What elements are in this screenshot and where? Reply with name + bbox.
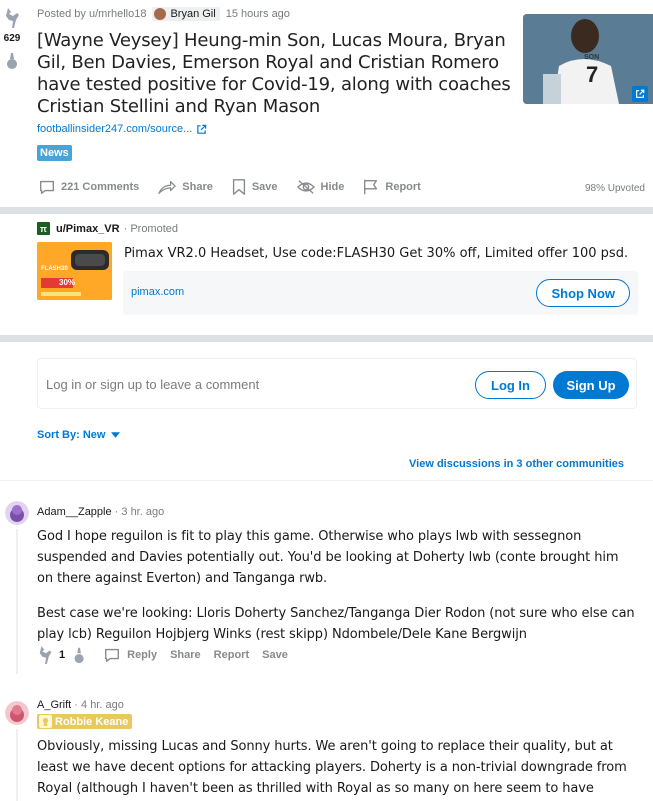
- promo-image[interactable]: FLASH30 30%: [37, 242, 112, 300]
- sort-label: Sort By: New: [37, 429, 106, 441]
- post-card: 629 Posted by u/mrhello18 Bryan Gil 15 h…: [0, 0, 653, 207]
- comment-icon: [40, 180, 54, 194]
- thumbnail-jersey-name: SON: [584, 54, 600, 61]
- view-other-discussions-link[interactable]: View discussions in 3 other communities: [409, 458, 624, 470]
- news-flair-tag[interactable]: News: [37, 145, 72, 161]
- reply-button[interactable]: Reply: [103, 646, 157, 664]
- comment-score: 1: [59, 649, 66, 661]
- comment-paragraph: God I hope reguilon is fit to play this …: [37, 529, 619, 586]
- user-flair-label: Bryan Gil: [170, 8, 216, 20]
- downvote-ball-icon[interactable]: [3, 51, 23, 71]
- promo-image-off: 30%: [59, 278, 76, 287]
- user-flair: Bryan Gil: [152, 7, 220, 21]
- bookmark-icon: [232, 179, 245, 195]
- post-link-text[interactable]: footballinsider247.com/source...: [37, 123, 192, 135]
- promoted-label: · Promoted: [123, 222, 179, 235]
- avatar[interactable]: [5, 701, 29, 725]
- signup-button[interactable]: Sign Up: [553, 371, 629, 399]
- comment-header: A_Grift · 4 hr. ago: [37, 699, 124, 711]
- thread-line[interactable]: [16, 729, 18, 801]
- comment-actions: 1 Reply Share Report Save: [37, 644, 301, 666]
- post-score: 629: [3, 33, 21, 44]
- external-link-icon: [197, 124, 207, 134]
- pimax-logo-icon: π: [37, 222, 50, 235]
- comment-time: · 4 hr. ago: [74, 699, 124, 711]
- comment-report-label: Report: [213, 649, 250, 661]
- login-prompt: Log in or sign up to leave a comment: [46, 377, 260, 392]
- section-divider: [0, 207, 653, 214]
- comment-header: Adam__Zapple · 3 hr. ago: [37, 506, 164, 518]
- shop-now-button[interactable]: Shop Now: [536, 279, 630, 307]
- avatar[interactable]: [5, 501, 29, 525]
- comment-report-button[interactable]: Report: [214, 649, 249, 661]
- post-meta: Posted by u/mrhello18 Bryan Gil 15 hours…: [37, 7, 290, 21]
- promo-description[interactable]: Pimax VR2.0 Headset, Use code:FLASH30 Ge…: [124, 246, 628, 261]
- snoo-avatar-icon: [5, 501, 29, 525]
- report-label: Report: [385, 181, 421, 193]
- promo-link-bar[interactable]: pimax.com Shop Now: [123, 271, 638, 315]
- share-label: Share: [182, 181, 213, 193]
- thumbnail-external-icon[interactable]: [632, 86, 648, 102]
- report-button[interactable]: Report: [362, 178, 421, 196]
- comment-share-label: Share: [170, 649, 201, 661]
- post-external-link[interactable]: footballinsider247.com/source...: [37, 123, 207, 135]
- promo-username[interactable]: u/Pimax_VR: [56, 223, 120, 235]
- save-button[interactable]: Save: [231, 178, 278, 196]
- comments-button[interactable]: 221 Comments: [38, 178, 139, 196]
- comment-author[interactable]: A_Grift: [37, 699, 71, 711]
- post-thumbnail[interactable]: SON 7: [523, 14, 653, 104]
- promo-domain[interactable]: pimax.com: [131, 286, 184, 298]
- flair-avatar-icon: [154, 8, 167, 20]
- promo-image-code: FLASH30: [41, 266, 68, 272]
- promo-header: π u/Pimax_VR · Promoted: [37, 222, 178, 235]
- robbie-keane-flair-icon: [39, 715, 52, 728]
- comment-login-box: Log in or sign up to leave a comment Log…: [37, 358, 637, 409]
- comments-divider: [0, 480, 653, 481]
- hide-button[interactable]: Hide: [296, 179, 345, 195]
- comment-paragraph: Best case we're looking: Lloris Doherty …: [37, 606, 635, 642]
- upvoted-percentage: 98% Upvoted: [584, 183, 645, 194]
- thread-line[interactable]: [16, 529, 18, 674]
- thumbnail-jersey-number: 7: [586, 62, 599, 87]
- promoted-post: π u/Pimax_VR · Promoted FLASH30 30% Pima…: [0, 214, 653, 335]
- comments-count: 221 Comments: [61, 181, 140, 193]
- comment-icon: [105, 648, 120, 662]
- upvote-cockerel-icon[interactable]: [37, 644, 55, 666]
- sort-dropdown[interactable]: Sort By: New: [37, 429, 121, 441]
- report-flag-icon: [364, 179, 378, 195]
- comment-paragraph: Obviously, missing Lucas and Sonny hurts…: [37, 739, 627, 796]
- user-flair-label: Robbie Keane: [55, 715, 129, 728]
- comment-save-label: Save: [262, 649, 288, 661]
- post-title[interactable]: [Wayne Veysey] Heung-min Son, Lucas Mour…: [37, 30, 512, 118]
- hide-eye-icon: [296, 180, 315, 194]
- section-divider: [0, 335, 653, 342]
- snoo-avatar-icon: [5, 701, 29, 725]
- post-time: 15 hours ago: [225, 8, 290, 20]
- user-flair: Robbie Keane: [37, 714, 133, 729]
- share-icon: [158, 180, 176, 194]
- posted-by[interactable]: Posted by u/mrhello18: [37, 8, 146, 20]
- upvote-cockerel-icon[interactable]: [3, 6, 23, 30]
- comment-save-button[interactable]: Save: [262, 649, 288, 661]
- comment-author[interactable]: Adam__Zapple: [37, 506, 112, 518]
- comment-time: · 3 hr. ago: [114, 506, 165, 518]
- save-label: Save: [251, 181, 278, 193]
- downvote-ball-icon[interactable]: [71, 644, 89, 666]
- post-actions: 221 Comments Share Save Hide Report: [38, 178, 439, 196]
- reply-label: Reply: [127, 649, 158, 661]
- caret-down-icon: [111, 432, 121, 438]
- login-button[interactable]: Log In: [475, 371, 546, 399]
- share-button[interactable]: Share: [157, 178, 213, 196]
- comment-body: God I hope reguilon is fit to play this …: [37, 526, 637, 659]
- comment-body: Obviously, missing Lucas and Sonny hurts…: [37, 736, 637, 801]
- comment-share-button[interactable]: Share: [170, 649, 201, 661]
- hide-label: Hide: [320, 181, 345, 193]
